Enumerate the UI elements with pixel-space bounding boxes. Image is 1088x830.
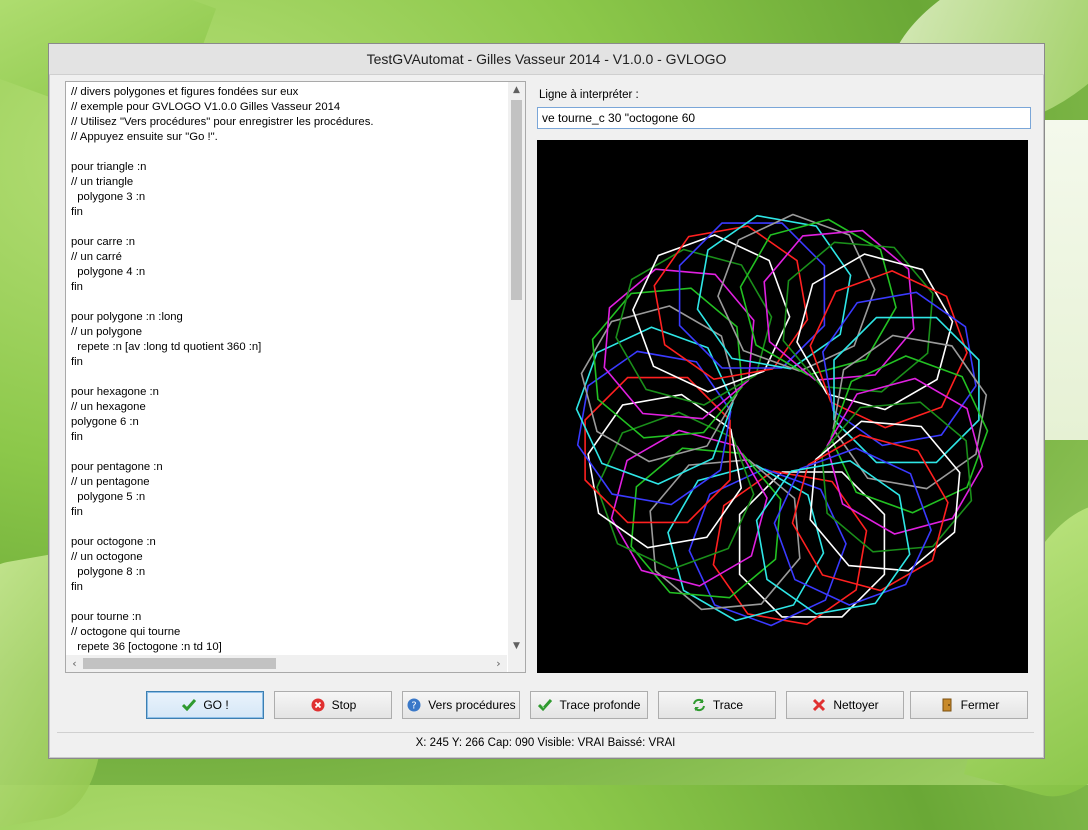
checkmark-icon [181, 697, 197, 713]
turtle-drawing [575, 213, 989, 627]
stop-icon [310, 697, 326, 713]
main-window: TestGVAutomat - Gilles Vasseur 2014 - V1… [48, 43, 1045, 759]
go-button[interactable]: GO ! [146, 691, 264, 719]
go-button-label: GO ! [203, 698, 229, 712]
trace-button-label: Trace [712, 698, 744, 712]
clear-button[interactable]: Nettoyer [786, 691, 904, 719]
scroll-left-icon[interactable]: ‹ [66, 655, 83, 672]
interpreter-input[interactable] [537, 107, 1031, 129]
deep-trace-button-label: Trace profonde [559, 698, 641, 712]
scroll-right-icon[interactable]: › [490, 655, 507, 672]
horizontal-scrollbar[interactable]: ‹ › [66, 655, 507, 672]
trace-button[interactable]: Trace [658, 691, 776, 719]
octagon-path [773, 447, 932, 606]
help-icon: ? [406, 697, 422, 713]
double-check-icon [537, 697, 554, 713]
stop-button-label: Stop [331, 698, 357, 712]
svg-text:?: ? [412, 701, 417, 712]
interpreter-label: Ligne à interpréter : [539, 89, 639, 101]
deep-trace-button[interactable]: Trace profonde [530, 691, 648, 719]
cross-icon [811, 697, 827, 713]
scroll-up-icon[interactable]: ▲ [508, 82, 525, 99]
window-title: TestGVAutomat - Gilles Vasseur 2014 - V1… [49, 44, 1044, 75]
button-bar: GO ! Stop ? Vers procédures Trace profon… [49, 691, 1044, 721]
clear-button-label: Nettoyer [833, 698, 879, 712]
close-button[interactable]: Fermer [910, 691, 1028, 719]
procedures-button[interactable]: ? Vers procédures [402, 691, 520, 719]
code-editor[interactable]: // divers polygones et figures fondées s… [65, 81, 526, 673]
refresh-icon [691, 697, 707, 713]
scrollbar-corner [508, 655, 525, 672]
procedures-button-label: Vers procédures [428, 698, 516, 712]
vertical-scrollbar[interactable]: ▲ ▼ [508, 82, 525, 655]
horizontal-scroll-thumb[interactable] [83, 658, 276, 669]
door-icon [939, 697, 955, 713]
scroll-down-icon[interactable]: ▼ [508, 638, 525, 655]
code-editor-text[interactable]: // divers polygones et figures fondées s… [71, 85, 509, 653]
turtle-canvas[interactable] [537, 140, 1028, 673]
status-bar: X: 245 Y: 266 Cap: 090 Visible: VRAI Bai… [57, 732, 1034, 753]
stop-button[interactable]: Stop [274, 691, 392, 719]
close-button-label: Fermer [960, 698, 1000, 712]
vertical-scroll-thumb[interactable] [511, 100, 522, 300]
